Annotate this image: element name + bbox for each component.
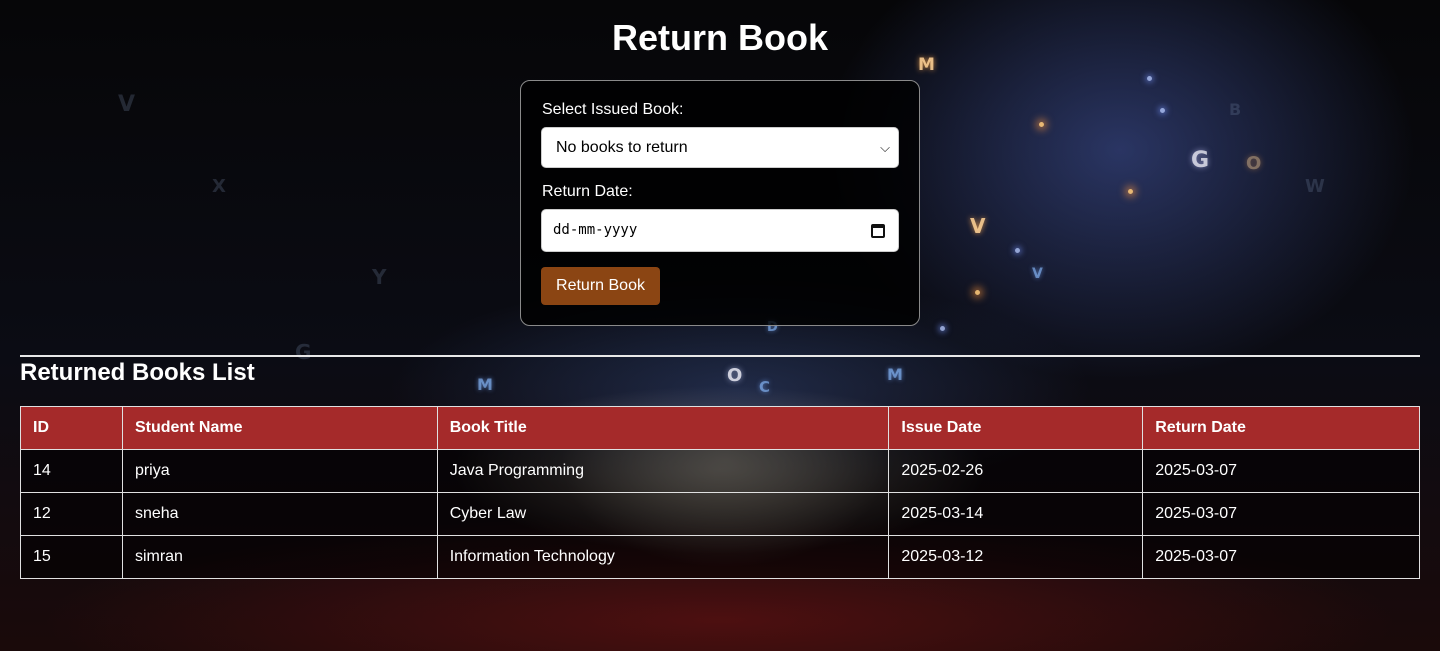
background-glyph: O [727, 365, 743, 386]
background-glyph: M [887, 365, 903, 384]
sparkle [1160, 108, 1165, 113]
return-book-button[interactable]: Return Book [541, 267, 660, 305]
cell-id: 15 [20, 535, 123, 579]
section-divider [20, 355, 1420, 357]
cell-student-name: priya [121, 449, 438, 493]
background-glyph: M [477, 375, 493, 394]
column-header-student-name: Student Name [121, 406, 438, 450]
cell-student-name: simran [121, 535, 438, 579]
column-header-book-title: Book Title [436, 406, 890, 450]
sparkle [1147, 76, 1152, 81]
page-title: Return Book [612, 17, 828, 58]
column-header-issue-date: Issue Date [888, 406, 1144, 450]
column-header-id: ID [20, 406, 123, 450]
background-glyph: B [1229, 100, 1242, 119]
return-date-input[interactable]: dd-mm-yyyy [541, 209, 899, 252]
background-glyph: V [118, 92, 136, 117]
sparkle [1039, 122, 1044, 127]
cell-issue-date: 2025-03-14 [888, 492, 1144, 536]
returned-books-table: ID Student Name Book Title Issue Date Re… [20, 406, 1420, 579]
background-glyph: G [295, 340, 312, 364]
return-date-label: Return Date: [542, 183, 633, 200]
table-row: 14 priya Java Programming 2025-02-26 202… [20, 449, 1420, 493]
cell-issue-date: 2025-02-26 [888, 449, 1144, 493]
issued-book-label: Select Issued Book: [542, 101, 684, 118]
returned-books-title: Returned Books List [20, 359, 255, 386]
background-glyph: X [212, 176, 226, 197]
background-glyph: V [970, 214, 986, 238]
chevron-down-icon: ⌵ [880, 140, 890, 155]
calendar-icon[interactable] [871, 224, 885, 238]
table-header-row: ID Student Name Book Title Issue Date Re… [20, 406, 1420, 450]
issued-book-select[interactable]: No books to return ⌵ [541, 127, 899, 168]
cell-book-title: Cyber Law [436, 492, 890, 536]
cell-book-title: Java Programming [436, 449, 890, 493]
background-glyph: O [1246, 153, 1262, 174]
cell-book-title: Information Technology [436, 535, 890, 579]
return-book-form: Select Issued Book: No books to return ⌵… [520, 80, 920, 326]
background-glyph: Y [372, 265, 387, 289]
column-header-return-date: Return Date [1142, 406, 1420, 450]
sparkle [1015, 248, 1020, 253]
cell-return-date: 2025-03-07 [1142, 535, 1420, 579]
background-glyph: W [1305, 176, 1325, 197]
background-glyph: C [759, 378, 771, 396]
sparkle [940, 326, 945, 331]
table-row: 15 simran Information Technology 2025-03… [20, 535, 1420, 579]
sparkle [975, 290, 980, 295]
cell-return-date: 2025-03-07 [1142, 449, 1420, 493]
background-glyph: G [1191, 148, 1210, 173]
issued-book-selected-value: No books to return [556, 139, 688, 156]
cell-return-date: 2025-03-07 [1142, 492, 1420, 536]
cell-id: 12 [20, 492, 123, 536]
cell-id: 14 [20, 449, 123, 493]
cell-issue-date: 2025-03-12 [888, 535, 1144, 579]
background-glyph: V [1032, 266, 1043, 282]
cell-student-name: sneha [121, 492, 438, 536]
sparkle [1128, 189, 1133, 194]
table-row: 12 sneha Cyber Law 2025-03-14 2025-03-07 [20, 492, 1420, 536]
return-date-placeholder: dd-mm-yyyy [553, 222, 638, 238]
